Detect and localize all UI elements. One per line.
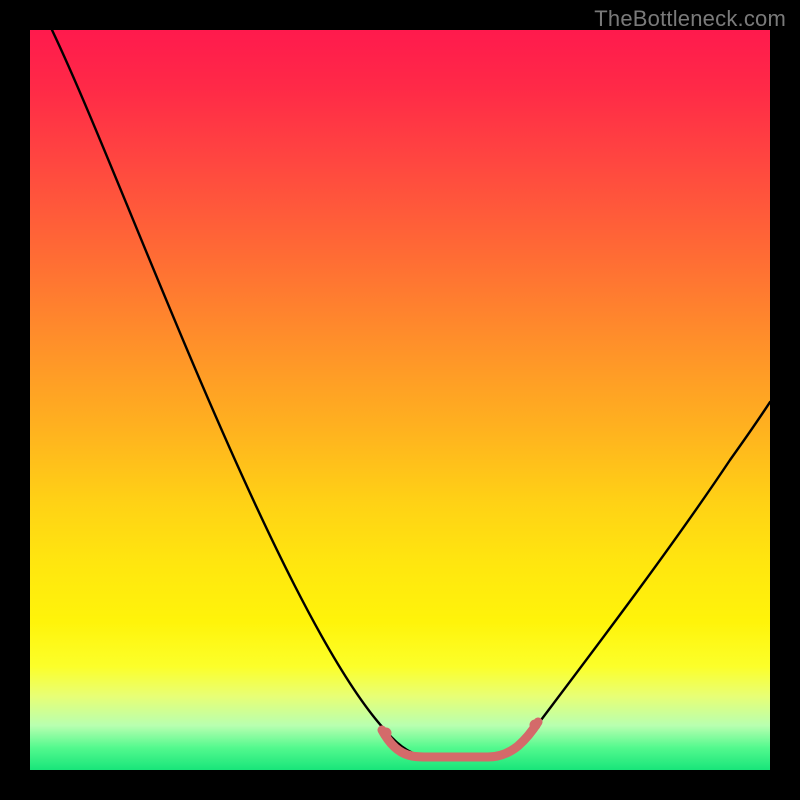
curve-layer bbox=[30, 30, 770, 770]
valley-dot-end bbox=[530, 720, 541, 731]
valley-dot-start bbox=[381, 728, 392, 739]
watermark-text: TheBottleneck.com bbox=[594, 6, 786, 32]
bottleneck-curve bbox=[52, 30, 770, 757]
plot-area bbox=[30, 30, 770, 770]
valley-highlight bbox=[382, 722, 538, 757]
chart-frame: TheBottleneck.com bbox=[0, 0, 800, 800]
